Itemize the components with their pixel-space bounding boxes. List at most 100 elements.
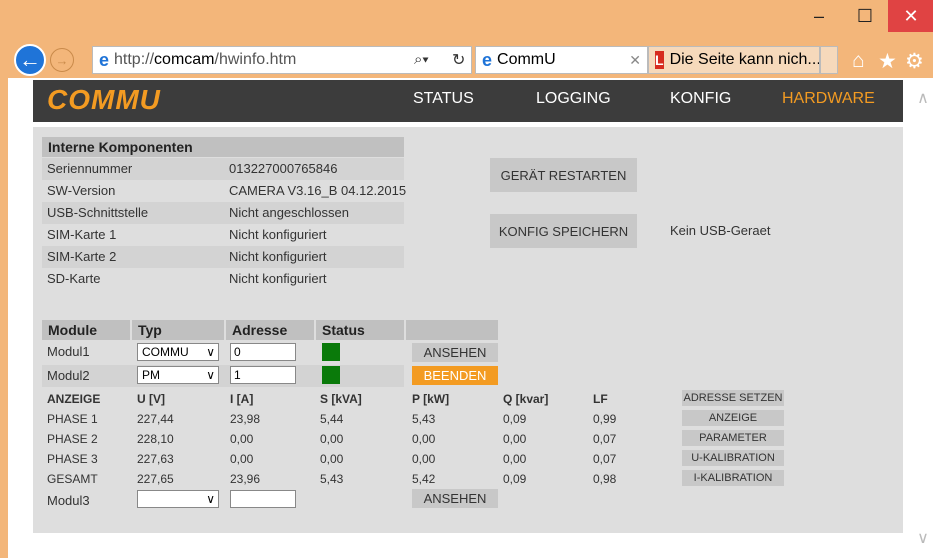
ie-icon: e	[482, 49, 493, 70]
url-prefix: http://	[114, 51, 155, 68]
close-tab-icon[interactable]: ✕	[629, 52, 641, 69]
beenden-button[interactable]: BEENDEN	[412, 366, 498, 385]
info-value: Nicht angeschlossen	[229, 205, 349, 220]
info-label: SIM-Karte 1	[47, 227, 117, 242]
meas-cell: 0,98	[593, 472, 617, 486]
section-header-interne: Interne Komponenten	[42, 137, 404, 157]
forward-button[interactable]: →	[50, 48, 74, 72]
meas-cell: PHASE 3	[47, 452, 98, 466]
nav-status[interactable]: STATUS	[413, 90, 474, 108]
info-label: SD-Karte	[47, 271, 101, 286]
meas-cell: 0,99	[593, 412, 617, 426]
anzeige-button[interactable]: ANZEIGE	[682, 410, 784, 426]
meas-cell: PHASE 2	[47, 432, 98, 446]
meas-col-header: P [kW]	[412, 392, 450, 406]
meas-cell: 5,43	[320, 472, 344, 486]
meas-cell: 0,00	[412, 452, 436, 466]
modules-col-action	[406, 320, 498, 340]
scrollbar[interactable]	[913, 78, 933, 558]
close-window-button[interactable]: ✕	[888, 0, 933, 32]
maximize-button[interactable]: ☐	[842, 0, 888, 32]
meas-cell: 227,65	[137, 472, 174, 486]
info-label: USB-Schnittstelle	[47, 205, 149, 220]
meas-cell: 0,00	[503, 432, 527, 446]
module-type-select[interactable]: COMMU ∨	[137, 343, 219, 361]
parameter-button[interactable]: PARAMETER	[682, 430, 784, 446]
chevron-down-icon: ∨	[206, 368, 215, 382]
restart-device-button[interactable]: GERÄT RESTARTEN	[490, 158, 637, 192]
back-button[interactable]: ←	[14, 44, 46, 76]
info-label: SIM-Karte 2	[47, 249, 117, 264]
info-value: Nicht konfiguriert	[229, 271, 327, 286]
meas-cell: 0,00	[230, 432, 254, 446]
info-value: 013227000765846	[229, 161, 338, 176]
meas-cell: 5,43	[412, 412, 436, 426]
meas-cell: 0,00	[320, 432, 344, 446]
minimize-button[interactable]: ‒	[796, 0, 842, 32]
meas-cell: 228,10	[137, 432, 174, 446]
ie-icon: e	[99, 49, 110, 70]
gear-icon[interactable]: ⚙	[905, 49, 924, 74]
ansehen-button[interactable]: ANSEHEN	[412, 343, 498, 362]
meas-cell: 0,07	[593, 432, 617, 446]
module-address-input[interactable]: 1	[230, 366, 296, 384]
set-address-button[interactable]: ADRESSE SETZEN	[682, 390, 784, 406]
select-value: COMMU	[142, 345, 189, 359]
save-config-button[interactable]: KONFIG SPEICHERN	[490, 214, 637, 248]
scroll-down-icon[interactable]: ∨	[913, 528, 933, 548]
module-type-select[interactable]: ∨	[137, 490, 219, 508]
meas-cell: 0,09	[503, 472, 527, 486]
tab-title: Die Seite kann nich...	[669, 51, 820, 68]
meas-col-header: LF	[593, 392, 608, 406]
module-name: Modul2	[47, 368, 90, 383]
meas-col-header: S [kVA]	[320, 392, 362, 406]
url-host: comcam	[154, 51, 215, 68]
module-address-input[interactable]: 0	[230, 343, 296, 361]
nav-hardware[interactable]: HARDWARE	[782, 90, 875, 108]
new-tab-button[interactable]	[820, 46, 838, 74]
modules-col-module: Module	[42, 320, 130, 340]
meas-col-header: ANZEIGE	[47, 392, 101, 406]
module-address-input[interactable]	[230, 490, 296, 508]
refresh-icon[interactable]: ↻	[452, 50, 465, 70]
home-icon[interactable]: ⌂	[852, 49, 865, 73]
search-icon[interactable]: ⌕▾	[414, 51, 429, 68]
module-row-bg	[42, 365, 404, 387]
scroll-up-icon[interactable]: ∧	[913, 88, 933, 108]
usb-status-text: Kein USB-Geraet	[670, 223, 771, 238]
modules-col-typ: Typ	[132, 320, 224, 340]
meas-cell: PHASE 1	[47, 412, 98, 426]
window-frame	[0, 78, 8, 558]
meas-cell: 0,00	[503, 452, 527, 466]
meas-cell: 227,44	[137, 412, 174, 426]
meas-cell: 0,09	[503, 412, 527, 426]
meas-cell: 23,96	[230, 472, 261, 486]
meas-cell: GESAMT	[47, 472, 98, 486]
meas-col-header: I [A]	[230, 392, 254, 406]
tab-commu[interactable]: e CommU ✕	[475, 46, 648, 74]
module-name: Modul1	[47, 344, 90, 359]
nav-logging[interactable]: LOGGING	[536, 90, 611, 108]
ansehen-button[interactable]: ANSEHEN	[412, 489, 498, 508]
favorites-star-icon[interactable]: ★	[878, 49, 897, 74]
info-value: Nicht konfiguriert	[229, 227, 327, 242]
window-titlebar	[0, 0, 933, 38]
chevron-down-icon: ∨	[206, 492, 215, 506]
modules-col-adresse: Adresse	[226, 320, 314, 340]
module-status-indicator	[322, 366, 340, 384]
module-name: Modul3	[47, 493, 90, 508]
tab-error-page[interactable]: L Die Seite kann nich...	[648, 46, 820, 74]
module-type-select[interactable]: PM ∨	[137, 366, 219, 384]
tab-title: CommU	[497, 51, 556, 68]
i-calibration-button[interactable]: I-KALIBRATION	[682, 470, 784, 486]
nav-konfig[interactable]: KONFIG	[670, 90, 731, 108]
url-path: /hwinfo.htm	[214, 51, 297, 68]
select-value: PM	[142, 368, 160, 382]
chevron-down-icon: ∨	[206, 345, 215, 359]
u-calibration-button[interactable]: U-KALIBRATION	[682, 450, 784, 466]
module-status-indicator	[322, 343, 340, 361]
site-logo: COMMU	[47, 84, 161, 115]
meas-cell: 0,07	[593, 452, 617, 466]
info-label: Seriennummer	[47, 161, 133, 176]
info-value: Nicht konfiguriert	[229, 249, 327, 264]
